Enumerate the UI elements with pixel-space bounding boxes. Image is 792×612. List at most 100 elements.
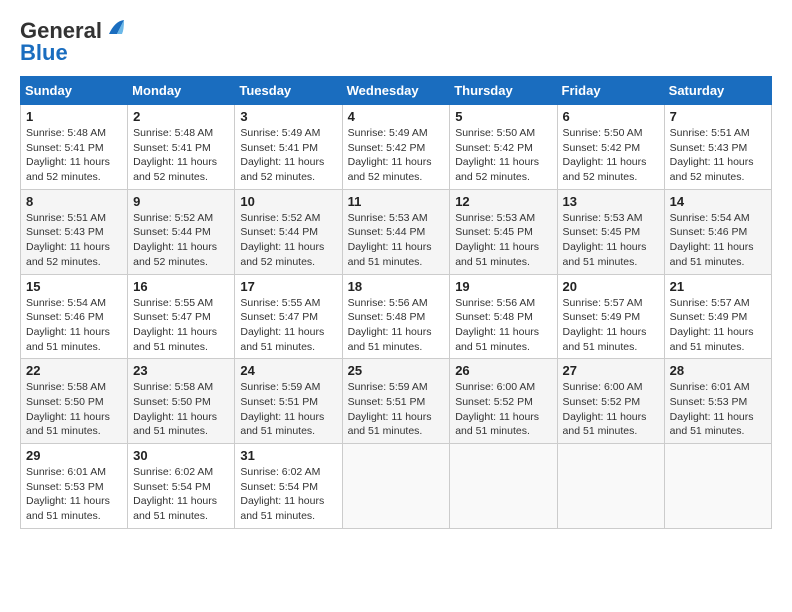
day-number: 23 <box>133 363 229 378</box>
day-cell: 28 Sunrise: 6:01 AMSunset: 5:53 PMDayligh… <box>664 359 771 444</box>
day-number: 11 <box>348 194 445 209</box>
day-detail: Sunrise: 5:54 AMSunset: 5:46 PMDaylight:… <box>26 296 122 355</box>
day-number: 6 <box>563 109 659 124</box>
day-detail: Sunrise: 5:48 AMSunset: 5:41 PMDaylight:… <box>133 126 229 185</box>
calendar-body: 1 Sunrise: 5:48 AMSunset: 5:41 PMDaylight… <box>21 105 772 529</box>
day-cell: 3Sunrise: 5:49 AMSunset: 5:41 PMDaylight… <box>235 105 342 190</box>
day-cell: 16 Sunrise: 5:55 AMSunset: 5:47 PMDayligh… <box>128 274 235 359</box>
day-cell: 8Sunrise: 5:51 AMSunset: 5:43 PMDaylight… <box>21 189 128 274</box>
day-cell: 30Sunrise: 6:02 AMSunset: 5:54 PMDayligh… <box>128 444 235 529</box>
day-detail: Sunrise: 5:59 AMSunset: 5:51 PMDaylight:… <box>240 380 336 439</box>
day-number: 14 <box>670 194 766 209</box>
day-number: 26 <box>455 363 551 378</box>
day-cell: 31Sunrise: 6:02 AMSunset: 5:54 PMDayligh… <box>235 444 342 529</box>
day-number: 9 <box>133 194 229 209</box>
day-number: 19 <box>455 279 551 294</box>
day-number: 28 <box>670 363 766 378</box>
day-detail: Sunrise: 5:48 AMSunset: 5:41 PMDaylight:… <box>26 126 122 185</box>
week-row-3: 15 Sunrise: 5:54 AMSunset: 5:46 PMDayligh… <box>21 274 772 359</box>
day-detail: Sunrise: 5:58 AMSunset: 5:50 PMDaylight:… <box>26 380 122 439</box>
day-cell <box>342 444 450 529</box>
day-number: 21 <box>670 279 766 294</box>
day-number: 2 <box>133 109 229 124</box>
day-detail: Sunrise: 5:53 AMSunset: 5:44 PMDaylight:… <box>348 211 445 270</box>
logo-bird <box>104 20 124 38</box>
day-detail: Sunrise: 5:53 AMSunset: 5:45 PMDaylight:… <box>455 211 551 270</box>
day-cell: 19 Sunrise: 5:56 AMSunset: 5:48 PMDayligh… <box>450 274 557 359</box>
day-cell: 2 Sunrise: 5:48 AMSunset: 5:41 PMDaylight… <box>128 105 235 190</box>
day-cell: 7 Sunrise: 5:51 AMSunset: 5:43 PMDaylight… <box>664 105 771 190</box>
day-detail: Sunrise: 5:51 AMSunset: 5:43 PMDaylight:… <box>670 126 766 185</box>
day-cell: 10 Sunrise: 5:52 AMSunset: 5:44 PMDayligh… <box>235 189 342 274</box>
calendar-table: SundayMondayTuesdayWednesdayThursdayFrid… <box>20 76 772 529</box>
day-number: 22 <box>26 363 122 378</box>
day-cell: 5 Sunrise: 5:50 AMSunset: 5:42 PMDaylight… <box>450 105 557 190</box>
day-number: 16 <box>133 279 229 294</box>
day-cell: 17 Sunrise: 5:55 AMSunset: 5:47 PMDayligh… <box>235 274 342 359</box>
day-cell: 26 Sunrise: 6:00 AMSunset: 5:52 PMDayligh… <box>450 359 557 444</box>
day-number: 31 <box>240 448 336 463</box>
day-detail: Sunrise: 5:57 AMSunset: 5:49 PMDaylight:… <box>670 296 766 355</box>
day-detail: Sunrise: 5:57 AMSunset: 5:49 PMDaylight:… <box>563 296 659 355</box>
logo-text-general: General <box>20 18 102 43</box>
day-number: 13 <box>563 194 659 209</box>
day-number: 17 <box>240 279 336 294</box>
day-number: 25 <box>348 363 445 378</box>
day-cell: 6 Sunrise: 5:50 AMSunset: 5:42 PMDaylight… <box>557 105 664 190</box>
day-cell <box>450 444 557 529</box>
day-number: 10 <box>240 194 336 209</box>
day-number: 1 <box>26 109 122 124</box>
day-number: 4 <box>348 109 445 124</box>
weekday-header-monday: Monday <box>128 77 235 105</box>
day-detail: Sunrise: 5:49 AMSunset: 5:41 PMDaylight:… <box>240 126 336 185</box>
calendar-header: SundayMondayTuesdayWednesdayThursdayFrid… <box>21 77 772 105</box>
weekday-header-friday: Friday <box>557 77 664 105</box>
day-cell: 12 Sunrise: 5:53 AMSunset: 5:45 PMDayligh… <box>450 189 557 274</box>
week-row-5: 29 Sunrise: 6:01 AMSunset: 5:53 PMDayligh… <box>21 444 772 529</box>
day-number: 29 <box>26 448 122 463</box>
day-detail: Sunrise: 6:00 AMSunset: 5:52 PMDaylight:… <box>563 380 659 439</box>
day-cell: 14Sunrise: 5:54 AMSunset: 5:46 PMDayligh… <box>664 189 771 274</box>
logo: General Blue <box>20 20 124 66</box>
day-number: 15 <box>26 279 122 294</box>
day-cell: 23Sunrise: 5:58 AMSunset: 5:50 PMDayligh… <box>128 359 235 444</box>
day-number: 20 <box>563 279 659 294</box>
day-detail: Sunrise: 5:50 AMSunset: 5:42 PMDaylight:… <box>455 126 551 185</box>
day-cell: 18Sunrise: 5:56 AMSunset: 5:48 PMDayligh… <box>342 274 450 359</box>
day-cell: 20 Sunrise: 5:57 AMSunset: 5:49 PMDayligh… <box>557 274 664 359</box>
day-detail: Sunrise: 5:53 AMSunset: 5:45 PMDaylight:… <box>563 211 659 270</box>
weekday-header-saturday: Saturday <box>664 77 771 105</box>
weekday-header-wednesday: Wednesday <box>342 77 450 105</box>
weekday-header-sunday: Sunday <box>21 77 128 105</box>
day-cell: 13 Sunrise: 5:53 AMSunset: 5:45 PMDayligh… <box>557 189 664 274</box>
day-number: 7 <box>670 109 766 124</box>
weekday-header-tuesday: Tuesday <box>235 77 342 105</box>
week-row-1: 1 Sunrise: 5:48 AMSunset: 5:41 PMDaylight… <box>21 105 772 190</box>
day-number: 8 <box>26 194 122 209</box>
day-detail: Sunrise: 6:00 AMSunset: 5:52 PMDaylight:… <box>455 380 551 439</box>
day-detail: Sunrise: 5:50 AMSunset: 5:42 PMDaylight:… <box>563 126 659 185</box>
weekday-header-row: SundayMondayTuesdayWednesdayThursdayFrid… <box>21 77 772 105</box>
day-number: 5 <box>455 109 551 124</box>
day-cell <box>557 444 664 529</box>
day-number: 30 <box>133 448 229 463</box>
day-detail: Sunrise: 5:59 AMSunset: 5:51 PMDaylight:… <box>348 380 445 439</box>
day-cell: 21 Sunrise: 5:57 AMSunset: 5:49 PMDayligh… <box>664 274 771 359</box>
day-detail: Sunrise: 5:56 AMSunset: 5:48 PMDaylight:… <box>455 296 551 355</box>
day-cell: 25 Sunrise: 5:59 AMSunset: 5:51 PMDayligh… <box>342 359 450 444</box>
header: General Blue <box>20 20 772 66</box>
day-cell: 4Sunrise: 5:49 AMSunset: 5:42 PMDaylight… <box>342 105 450 190</box>
week-row-2: 8Sunrise: 5:51 AMSunset: 5:43 PMDaylight… <box>21 189 772 274</box>
weekday-header-thursday: Thursday <box>450 77 557 105</box>
day-detail: Sunrise: 6:01 AMSunset: 5:53 PMDaylight:… <box>26 465 122 524</box>
day-detail: Sunrise: 5:55 AMSunset: 5:47 PMDaylight:… <box>240 296 336 355</box>
day-detail: Sunrise: 6:01 AMSunset: 5:53 PMDaylight:… <box>670 380 766 439</box>
day-detail: Sunrise: 5:56 AMSunset: 5:48 PMDaylight:… <box>348 296 445 355</box>
day-number: 12 <box>455 194 551 209</box>
day-detail: Sunrise: 5:55 AMSunset: 5:47 PMDaylight:… <box>133 296 229 355</box>
day-number: 27 <box>563 363 659 378</box>
day-detail: Sunrise: 5:52 AMSunset: 5:44 PMDaylight:… <box>240 211 336 270</box>
day-cell: 27 Sunrise: 6:00 AMSunset: 5:52 PMDayligh… <box>557 359 664 444</box>
day-cell: 1 Sunrise: 5:48 AMSunset: 5:41 PMDaylight… <box>21 105 128 190</box>
week-row-4: 22 Sunrise: 5:58 AMSunset: 5:50 PMDayligh… <box>21 359 772 444</box>
